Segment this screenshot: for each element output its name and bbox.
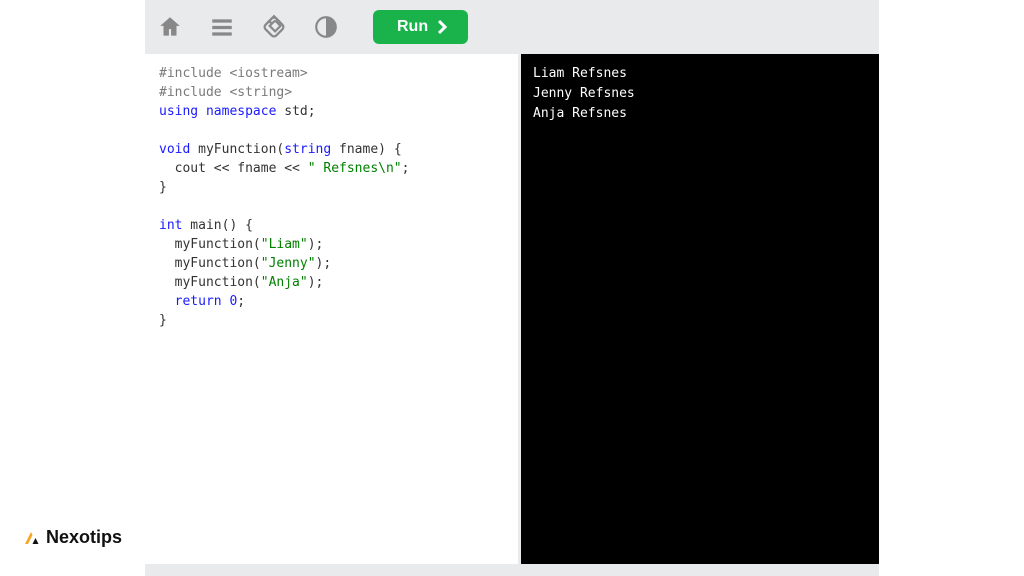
code-line xyxy=(159,121,504,140)
code-line: #include <string> xyxy=(159,83,504,102)
home-icon[interactable] xyxy=(155,12,185,42)
orientation-icon[interactable] xyxy=(259,12,289,42)
code-line: #include <iostream> xyxy=(159,64,504,83)
code-line: return 0; xyxy=(159,292,504,311)
output-console: Liam Refsnes Jenny Refsnes Anja Refsnes xyxy=(521,54,879,564)
code-line: int main() { xyxy=(159,216,504,235)
run-button[interactable]: Run xyxy=(373,10,468,44)
theme-contrast-icon[interactable] xyxy=(311,12,341,42)
code-line: myFunction("Anja"); xyxy=(159,273,504,292)
right-margin xyxy=(879,0,1024,576)
run-button-label: Run xyxy=(397,18,428,36)
code-line: cout << fname << " Refsnes\n"; xyxy=(159,159,504,178)
code-line: } xyxy=(159,311,504,330)
code-line: void myFunction(string fname) { xyxy=(159,140,504,159)
code-line: using namespace std; xyxy=(159,102,504,121)
code-line xyxy=(159,197,504,216)
code-line: myFunction("Liam"); xyxy=(159,235,504,254)
logo-icon xyxy=(22,529,40,547)
code-line: } xyxy=(159,178,504,197)
chevron-right-icon xyxy=(438,20,448,34)
left-margin xyxy=(0,0,145,576)
code-line: myFunction("Jenny"); xyxy=(159,254,504,273)
code-editor[interactable]: #include <iostream>#include <string>usin… xyxy=(145,54,518,564)
menu-icon[interactable] xyxy=(207,12,237,42)
toolbar: Run xyxy=(145,0,879,54)
brand-name: Nexotips xyxy=(46,527,122,548)
brand-logo: Nexotips xyxy=(22,527,122,548)
